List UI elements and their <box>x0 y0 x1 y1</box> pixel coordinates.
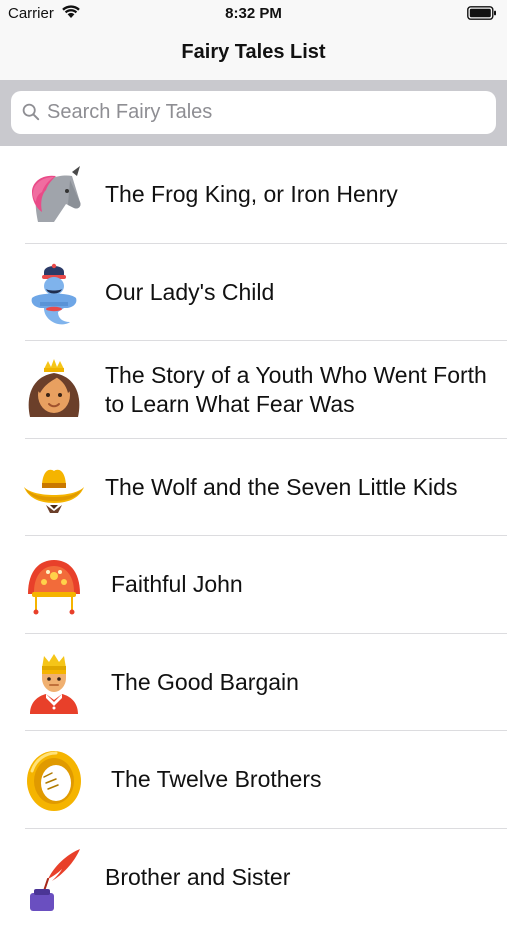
list-item-title: Our Lady's Child <box>105 244 495 342</box>
quill-ink-icon <box>22 847 86 911</box>
search-icon <box>22 103 40 126</box>
battery-icon <box>467 6 497 25</box>
list-item[interactable]: Our Lady's Child <box>0 244 507 342</box>
kokoshnik-icon <box>22 554 86 618</box>
list-item[interactable]: The Frog King, or Iron Henry <box>0 146 507 244</box>
list-item-title: Brother and Sister <box>105 829 495 926</box>
list-item-title: The Story of a Youth Who Went Forth to L… <box>105 341 495 439</box>
list-item-title: The Good Bargain <box>111 634 495 732</box>
search-input[interactable] <box>47 91 487 134</box>
genie-icon <box>22 262 86 326</box>
search-field[interactable] <box>11 91 496 134</box>
cowboy-hat-icon <box>22 457 86 521</box>
status-time: 8:32 PM <box>0 5 507 22</box>
fairy-tales-list: The Frog King, or Iron Henry Our Lady's … <box>0 146 507 926</box>
navigation-bar: Fairy Tales List <box>0 26 507 80</box>
list-item[interactable]: Brother and Sister <box>0 829 507 926</box>
list-item-title: Faithful John <box>111 536 495 634</box>
list-item-title: The Twelve Brothers <box>111 731 495 829</box>
list-item[interactable]: Faithful John <box>0 536 507 634</box>
princess-icon <box>22 359 86 423</box>
status-bar: Carrier 8:32 PM <box>0 0 507 26</box>
list-item-title: The Wolf and the Seven Little Kids <box>105 439 495 537</box>
search-bar <box>0 80 507 146</box>
list-item[interactable]: The Story of a Youth Who Went Forth to L… <box>0 341 507 439</box>
ring-icon <box>22 749 86 813</box>
page-title: Fairy Tales List <box>0 41 507 64</box>
unicorn-icon <box>22 164 86 228</box>
king-icon <box>22 652 86 716</box>
list-item-title: The Frog King, or Iron Henry <box>105 146 495 244</box>
list-item[interactable]: The Good Bargain <box>0 634 507 732</box>
list-item[interactable]: The Wolf and the Seven Little Kids <box>0 439 507 537</box>
list-item[interactable]: The Twelve Brothers <box>0 731 507 829</box>
